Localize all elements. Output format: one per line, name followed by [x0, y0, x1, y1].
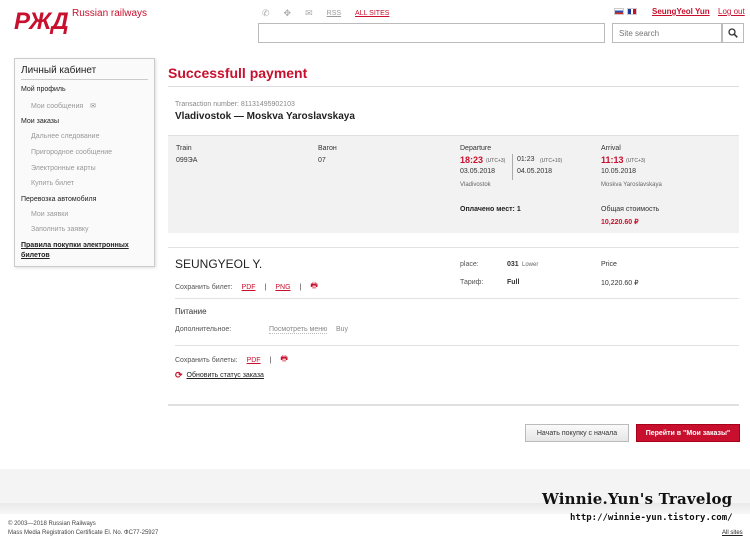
restart-purchase-button[interactable]: Начать покупку с начала — [525, 424, 629, 442]
footer-all-sites-link[interactable]: All sites — [722, 530, 743, 536]
sidebar-item-my-requests[interactable]: Мои заявки — [31, 211, 68, 218]
all-sites-link[interactable]: ALL SITES — [355, 10, 389, 17]
footer-copyright: © 2003—2018 Russian Railways Mass Media … — [8, 520, 158, 538]
tariff-value: Full — [507, 279, 520, 286]
refresh-icon: ⟳ — [175, 370, 183, 380]
section-bottom-divider — [168, 404, 739, 406]
sidebar-item-orders[interactable]: Мои заказы — [21, 118, 59, 125]
arrival-date: 10.05.2018 — [601, 168, 637, 175]
seats-paid: Оплачено мест: 1 — [460, 206, 521, 213]
sidebar-item-messages[interactable]: Мои сообщения ✉ — [31, 102, 96, 110]
copyright-text: © 2003—2018 Russian Railways — [8, 521, 96, 527]
refresh-status-row[interactable]: ⟳ Обновить статус заказа — [175, 370, 264, 381]
sidebar-item-profile[interactable]: Мой профиль — [21, 86, 66, 93]
settings-icon[interactable]: ✥ — [284, 8, 292, 19]
main-search-bar[interactable] — [258, 23, 605, 43]
sidebar-item-rules-line2[interactable]: билетов — [21, 252, 50, 259]
train-value: 099ЭА — [176, 157, 198, 164]
search-button[interactable] — [722, 23, 744, 43]
user-profile-link[interactable]: SeungYeol Yun — [652, 7, 710, 16]
price-label: Price — [601, 261, 617, 268]
place-type: Lower — [522, 262, 539, 268]
departure-label: Departure — [460, 145, 492, 152]
mail-icon[interactable]: ✉ — [305, 8, 313, 19]
transaction-number: Transaction number: 81131495902103 — [175, 101, 295, 108]
departure-timezone: (UTC+3) — [486, 158, 506, 164]
site-search-input[interactable] — [612, 23, 722, 43]
refresh-status-link[interactable]: Обновить статус заказа — [187, 372, 264, 379]
passenger-divider — [168, 247, 739, 248]
save-tickets-label: Сохранить билеты: — [175, 356, 238, 364]
sidebar-item-car-transport[interactable]: Перевозка автомобиля — [21, 196, 96, 203]
pdf-all-download-link[interactable]: PDF — [247, 357, 261, 364]
print-icon[interactable]: 🖶 — [310, 280, 318, 294]
total-cost-label: Общая стоимость — [601, 206, 660, 213]
title-divider — [168, 86, 739, 87]
envelope-icon: ✉ — [90, 103, 96, 110]
russian-flag-icon[interactable] — [614, 8, 624, 15]
english-flag-icon[interactable] — [627, 8, 637, 15]
arrival-timezone: (UTC+3) — [626, 158, 646, 164]
passenger-name: SEUNGYEOL Y. — [175, 257, 263, 271]
separator: | — [264, 283, 267, 291]
sidebar-item-suburban[interactable]: Пригородное сообщение — [31, 149, 112, 156]
sidebar-item-fill-request[interactable]: Заполнить заявку — [31, 226, 89, 233]
save-ticket-row: Сохранить билет: PDF | PNG | 🖶 — [175, 280, 318, 294]
my-orders-button[interactable]: Перейти в "Мои заказы" — [636, 424, 740, 442]
tariff-label: Тариф: — [460, 279, 484, 286]
price-value: 10,220.60 ₽ — [601, 280, 639, 287]
view-menu-link[interactable]: Посмотреть меню — [269, 326, 328, 334]
car-value: 07 — [318, 157, 326, 164]
save-tickets-row: Сохранить билеты: PDF | 🖶 — [175, 353, 288, 367]
time-separator — [512, 154, 513, 180]
arrival-city: Moskva Yaroslavskaya — [601, 182, 662, 188]
arrival-label: Arrival — [601, 145, 621, 152]
sidebar-title: Личный кабинет — [21, 65, 97, 76]
sidebar-item-cards[interactable]: Электронные карты — [31, 165, 96, 172]
departure-city: Vladivostok — [460, 182, 491, 188]
buy-meal-link[interactable]: Buy — [336, 326, 348, 333]
logout-link[interactable]: Log out — [718, 7, 745, 16]
sidebar-item-messages-label: Мои сообщения — [31, 103, 84, 110]
print-all-icon[interactable]: 🖶 — [280, 353, 288, 367]
departure-date: 03.05.2018 — [460, 168, 496, 175]
save-tickets-divider — [175, 345, 739, 346]
local-timezone: (UTC+10) — [540, 158, 563, 164]
sidebar-account-menu: Личный кабинет Мой профиль Мои сообщения… — [14, 58, 155, 267]
search-icon — [728, 28, 738, 38]
place-value: 031 — [507, 261, 519, 268]
sidebar-divider — [21, 79, 148, 80]
watermark-title: Winnie.Yun's Travelog — [542, 490, 733, 508]
local-departure-time: 01:23 — [517, 156, 535, 163]
sidebar-item-rules-line1[interactable]: Правила покупки электронных — [21, 242, 129, 249]
watermark-url: http://winnie-yun.tistory.com/ — [570, 513, 733, 523]
local-departure-date: 04.05.2018 — [517, 168, 553, 175]
car-label: Вагон — [318, 145, 337, 152]
separator: | — [269, 356, 272, 364]
train-label: Train — [176, 145, 192, 152]
svg-text:РЖД: РЖД — [14, 8, 68, 34]
rss-link[interactable]: RSS — [327, 10, 341, 17]
brand-name[interactable]: Russian railways — [72, 8, 147, 19]
pdf-download-link[interactable]: PDF — [242, 284, 256, 291]
png-download-link[interactable]: PNG — [275, 284, 290, 291]
departure-time: 18:23 — [460, 155, 484, 165]
meals-title: Питание — [175, 307, 207, 316]
language-flags — [614, 8, 637, 15]
save-ticket-label: Сохранить билет: — [175, 283, 233, 291]
rzd-logo[interactable]: РЖД — [14, 8, 68, 34]
meals-divider — [175, 298, 739, 299]
place-label: place: — [460, 261, 479, 268]
additional-label: Дополнительное: — [175, 326, 232, 333]
top-utility-bar: ✆ ✥ ✉ RSS ALL SITES — [262, 8, 389, 19]
total-cost-value: 10,220.60 ₽ — [601, 219, 639, 226]
arrival-time: 11:13 — [601, 155, 624, 165]
page-title: Successfull payment — [168, 65, 308, 81]
sidebar-item-long-distance[interactable]: Дальнее следование — [31, 133, 99, 140]
route-title: Vladivostok — Moskva Yaroslavskaya — [175, 111, 355, 122]
separator: | — [299, 283, 302, 291]
phone-icon[interactable]: ✆ — [262, 8, 270, 19]
certificate-text: Mass Media Registration Certificate El. … — [8, 530, 159, 536]
sidebar-item-buy-ticket[interactable]: Купить билет — [31, 180, 74, 187]
